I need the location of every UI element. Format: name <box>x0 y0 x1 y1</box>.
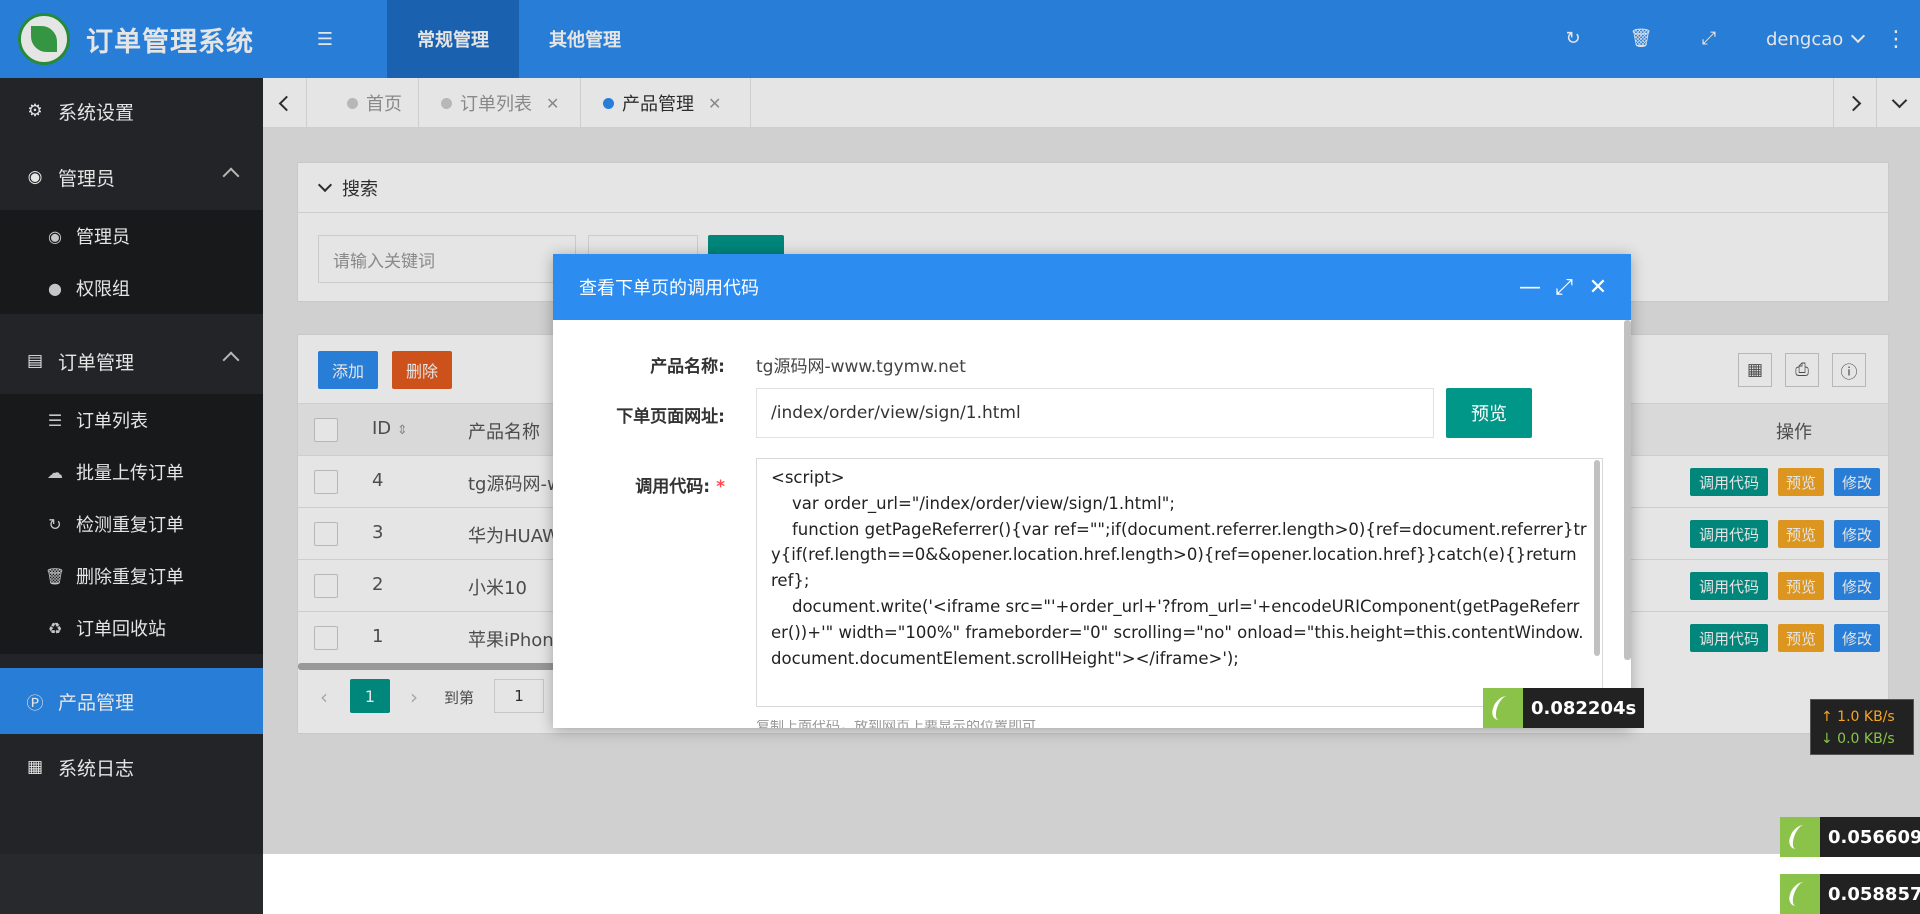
preview-button[interactable]: 预览 <box>1446 388 1532 438</box>
load-timer: 0.058857s <box>1780 874 1920 914</box>
code-label: 调用代码: * <box>635 477 725 497</box>
maximize-icon[interactable]: ⤢ <box>1551 274 1577 300</box>
modal-header: 查看下单页的调用代码 — ⤢ ✕ <box>553 254 1631 320</box>
product-name-label: 产品名称: <box>650 357 725 377</box>
footer-area <box>263 854 1920 914</box>
timer-logo-icon <box>1780 817 1820 857</box>
code-hint: 复制上面代码，放到网页上要显示的位置即可 <box>756 720 1036 728</box>
timer-logo-icon <box>1483 688 1523 728</box>
load-timer: 0.056609s <box>1780 817 1920 857</box>
close-icon[interactable]: ✕ <box>1585 274 1611 300</box>
modal-scrollbar[interactable] <box>1624 320 1631 660</box>
order-url-input[interactable]: /index/order/view/sign/1.html <box>756 388 1434 438</box>
code-textarea[interactable]: <script> var order_url="/index/order/vie… <box>756 458 1603 707</box>
product-name-value: tg源码网-www.tgymw.net <box>756 357 966 377</box>
load-timer: 0.082204s <box>1483 688 1645 728</box>
order-url-label: 下单页面网址: <box>616 407 725 427</box>
modal-title: 查看下单页的调用代码 <box>579 278 759 299</box>
required-asterisk: * <box>716 477 725 497</box>
timer-logo-icon <box>1780 874 1820 914</box>
network-speed-widget: ↑ 1.0 KB/s ↓ 0.0 KB/s <box>1810 699 1914 755</box>
code-scrollbar[interactable] <box>1594 460 1600 656</box>
minimize-icon[interactable]: — <box>1517 274 1543 300</box>
code-modal: 查看下单页的调用代码 — ⤢ ✕ 产品名称: tg源码网-www.tgymw.n… <box>553 254 1645 728</box>
